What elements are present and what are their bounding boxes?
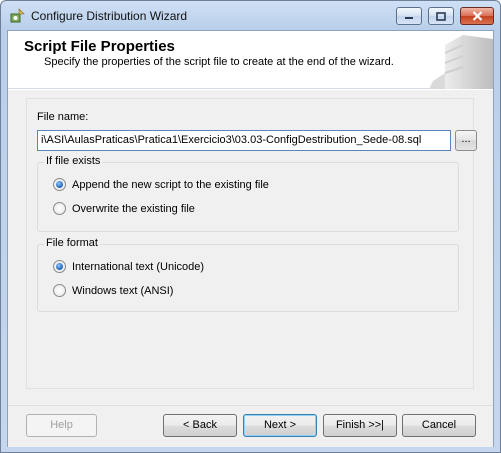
title-bar: Configure Distribution Wizard <box>1 1 500 30</box>
append-radio[interactable] <box>53 178 66 191</box>
if-file-exists-group: If file exists Append the new script to … <box>37 155 459 232</box>
minimize-icon <box>405 17 413 19</box>
server-banner-icon <box>429 35 493 89</box>
maximize-icon <box>436 11 446 21</box>
file-name-value: i\ASI\AulasPraticas\Pratica1\Exercicio3\… <box>41 134 422 146</box>
unicode-radio[interactable] <box>53 260 66 273</box>
properties-panel: File name: i\ASI\AulasPraticas\Pratica1\… <box>26 98 477 389</box>
close-icon <box>472 11 482 21</box>
page-header: Script File Properties Specify the prope… <box>8 31 493 89</box>
overwrite-radio-label: Overwrite the existing file <box>72 202 195 215</box>
back-button[interactable]: < Back <box>163 414 237 437</box>
append-radio-label: Append the new script to the existing fi… <box>72 178 269 191</box>
file-name-label: File name: <box>37 111 88 123</box>
finish-button[interactable]: Finish >>| <box>323 414 397 437</box>
cancel-button[interactable]: Cancel <box>402 414 476 437</box>
button-bar: Help < Back Next > Finish >>| Cancel <box>8 405 493 447</box>
browse-button[interactable]: ... <box>455 130 477 151</box>
maximize-button[interactable] <box>428 7 454 25</box>
file-name-label-text: File name: <box>37 111 89 123</box>
unicode-radio-option[interactable]: International text (Unicode) <box>53 260 204 273</box>
ansi-radio-label: Windows text (ANSI) <box>72 284 174 297</box>
next-button[interactable]: Next > <box>243 414 317 437</box>
overwrite-radio[interactable] <box>53 202 66 215</box>
close-button[interactable] <box>460 7 494 25</box>
page-subtitle: Specify the properties of the script fil… <box>44 56 394 68</box>
page-title: Script File Properties <box>24 38 175 55</box>
append-radio-option[interactable]: Append the new script to the existing fi… <box>53 178 269 191</box>
overwrite-radio-option[interactable]: Overwrite the existing file <box>53 202 195 215</box>
if-file-exists-title: If file exists <box>44 155 103 167</box>
file-format-title: File format <box>44 237 100 249</box>
wizard-client-area: Script File Properties Specify the prope… <box>7 30 494 447</box>
wizard-body: File name: i\ASI\AulasPraticas\Pratica1\… <box>8 89 493 405</box>
wizard-app-icon <box>10 8 25 23</box>
ansi-radio-option[interactable]: Windows text (ANSI) <box>53 284 173 297</box>
minimize-button[interactable] <box>396 7 422 25</box>
file-format-group: File format International text (Unicode)… <box>37 237 459 312</box>
wizard-window: Configure Distribution Wizard Script Fil… <box>0 0 501 453</box>
window-title: Configure Distribution Wizard <box>31 9 188 23</box>
ansi-radio[interactable] <box>53 284 66 297</box>
help-button[interactable]: Help <box>26 414 97 437</box>
file-name-input[interactable]: i\ASI\AulasPraticas\Pratica1\Exercicio3\… <box>37 130 451 151</box>
unicode-radio-label: International text (Unicode) <box>72 260 205 273</box>
